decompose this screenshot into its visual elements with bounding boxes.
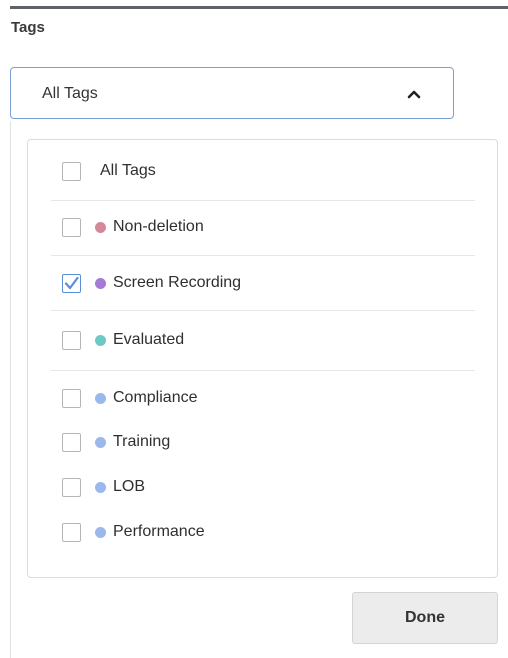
- option-label: Performance: [113, 523, 205, 540]
- tag-color-dot: [95, 526, 106, 538]
- done-button[interactable]: Done: [352, 592, 498, 644]
- performance-checkbox[interactable]: [62, 522, 81, 542]
- tag-color-dot: [95, 481, 106, 493]
- tag-color-dot: [95, 392, 106, 404]
- tag-color-dot: [95, 334, 106, 346]
- option-lob[interactable]: LOB: [62, 476, 145, 498]
- option-compliance[interactable]: Compliance: [62, 387, 197, 409]
- all-tags-checkbox[interactable]: [62, 161, 81, 181]
- evaluated-checkbox[interactable]: [62, 330, 81, 350]
- tags-section-label: Tags: [11, 19, 45, 36]
- compliance-checkbox[interactable]: [62, 388, 81, 408]
- screen-recording-checkbox[interactable]: [62, 273, 81, 293]
- option-divider: [51, 310, 475, 311]
- option-label: Compliance: [113, 389, 198, 406]
- option-label: Training: [113, 433, 171, 450]
- option-divider: [51, 255, 475, 256]
- lob-checkbox[interactable]: [62, 477, 81, 497]
- top-divider: [10, 6, 508, 9]
- non-deletion-checkbox[interactable]: [62, 217, 81, 237]
- option-label: All Tags: [100, 162, 156, 179]
- tag-color-dot: [95, 277, 106, 289]
- option-label: Evaluated: [113, 331, 185, 348]
- option-screen-recording[interactable]: Screen Recording: [62, 272, 241, 294]
- tag-color-dot: [95, 436, 106, 448]
- option-evaluated[interactable]: Evaluated: [62, 329, 184, 351]
- option-training[interactable]: Training: [62, 431, 170, 453]
- option-non-deletion[interactable]: Non-deletion: [62, 216, 204, 238]
- option-divider: [51, 370, 475, 371]
- option-label: Non-deletion: [113, 218, 204, 235]
- tag-color-dot: [95, 221, 106, 233]
- tag-options-list: [27, 139, 498, 578]
- training-checkbox[interactable]: [62, 432, 81, 452]
- tags-dropdown[interactable]: All Tags: [10, 67, 454, 119]
- option-performance[interactable]: Performance: [62, 521, 205, 543]
- option-label: Screen Recording: [113, 274, 242, 291]
- option-divider: [51, 200, 475, 201]
- option-all-tags[interactable]: All Tags: [62, 160, 156, 182]
- dropdown-selected-value: All Tags: [42, 85, 98, 102]
- option-label: LOB: [113, 478, 146, 495]
- checkmark-icon: [64, 276, 79, 289]
- chevron-up-icon: [407, 90, 421, 99]
